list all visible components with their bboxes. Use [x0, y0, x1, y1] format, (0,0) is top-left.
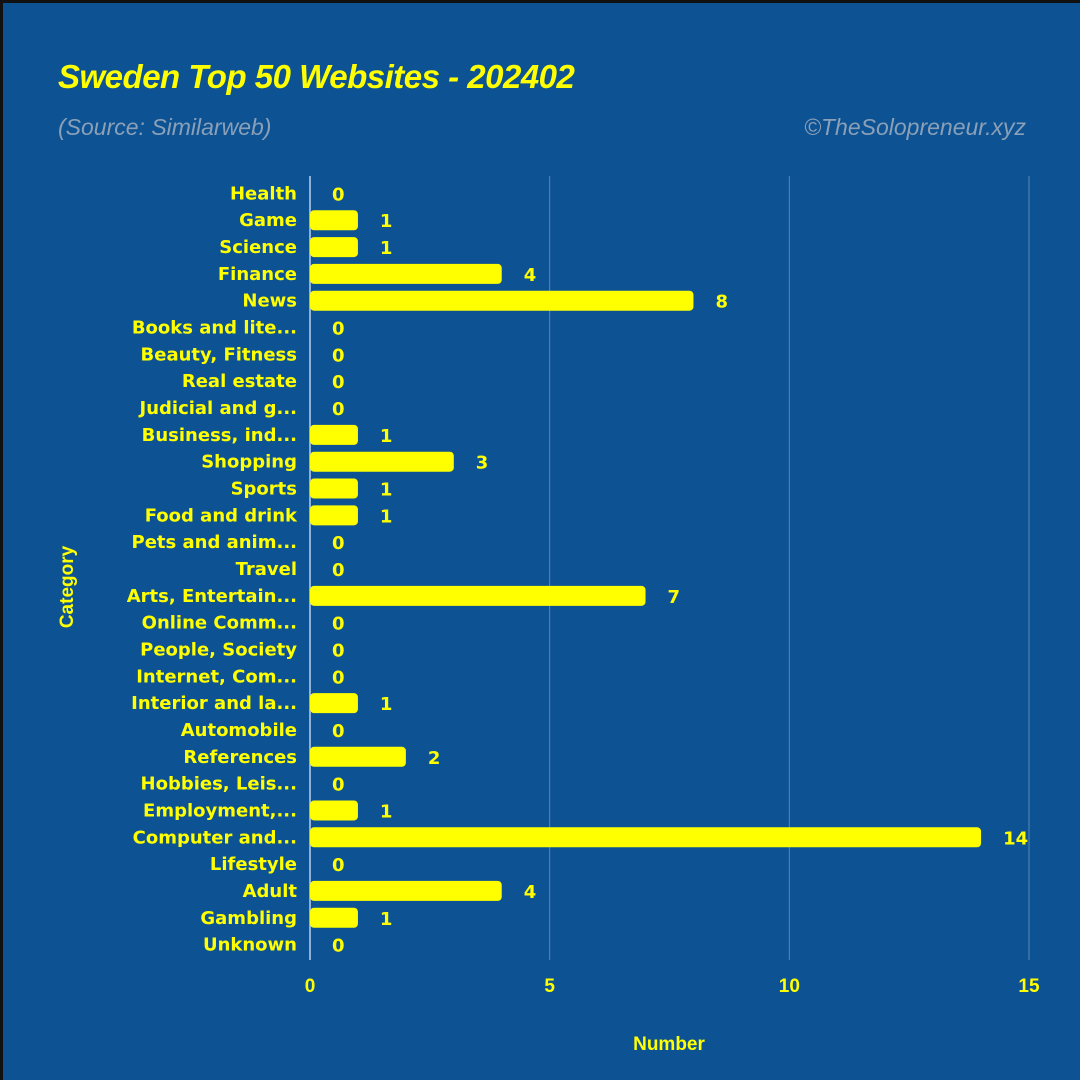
value-label: 0	[332, 560, 345, 581]
category-label: Computer and...	[133, 827, 297, 848]
value-label: 1	[380, 506, 393, 527]
bar	[310, 210, 358, 231]
category-label: Internet, Com...	[136, 666, 297, 687]
bar	[310, 424, 358, 445]
category-label: Sports	[231, 479, 297, 500]
value-label: 0	[332, 319, 345, 340]
x-axis-label: Number	[633, 1034, 705, 1055]
value-label: 0	[332, 721, 345, 742]
value-label: 0	[332, 640, 345, 661]
bar	[310, 746, 406, 767]
bar	[310, 451, 454, 472]
x-tick-label: 15	[1018, 976, 1040, 997]
category-label: Unknown	[203, 935, 297, 956]
category-label: News	[242, 291, 297, 312]
bar	[310, 827, 982, 848]
value-label: 1	[380, 211, 393, 232]
value-label: 0	[332, 345, 345, 366]
value-label: 0	[332, 372, 345, 393]
category-label: Adult	[243, 881, 298, 902]
category-label: Pets and anim...	[132, 532, 298, 553]
category-label: Judicial and g...	[138, 398, 298, 419]
value-label: 0	[332, 184, 345, 205]
bar	[310, 585, 646, 606]
bar	[310, 907, 358, 928]
bar	[310, 880, 502, 901]
value-label: 0	[332, 775, 345, 796]
category-label: Arts, Entertain...	[127, 586, 297, 607]
value-label: 1	[380, 426, 393, 447]
value-label: 0	[332, 855, 345, 876]
bar	[310, 505, 358, 526]
category-label: Lifestyle	[210, 854, 297, 875]
category-label: Beauty, Fitness	[141, 344, 297, 365]
category-label: Employment,...	[143, 800, 297, 821]
category-label: Gambling	[200, 908, 297, 929]
value-label: 7	[668, 587, 681, 608]
value-label: 1	[380, 801, 393, 822]
category-label: Finance	[218, 264, 297, 285]
value-label: 8	[715, 292, 728, 313]
bars	[310, 210, 982, 928]
value-label: 0	[332, 533, 345, 554]
value-label: 4	[524, 265, 537, 286]
value-label: 1	[380, 238, 393, 259]
category-label: Science	[219, 237, 297, 258]
bar	[310, 290, 694, 311]
category-label: Shopping	[201, 452, 297, 473]
value-label: 4	[524, 882, 537, 903]
value-label: 1	[380, 909, 393, 930]
x-tick-labels: 0 5 10 15	[305, 976, 1040, 997]
x-tick-label: 5	[544, 976, 555, 997]
category-label: Business, ind...	[142, 425, 297, 446]
x-tick-label: 10	[779, 976, 800, 997]
value-label: 0	[332, 614, 345, 635]
bar-chart: Health Game Science Finance News Books and li…	[57, 176, 1040, 1055]
value-label: 1	[380, 694, 393, 715]
category-labels: Health Game Science Finance News Books and li…	[127, 183, 298, 955]
category-label: Books and lite...	[132, 318, 297, 339]
bar	[310, 263, 502, 284]
x-tick-label: 0	[305, 976, 316, 997]
category-label: Hobbies, Leis...	[141, 774, 297, 795]
category-label: Automobile	[181, 720, 297, 741]
category-label: People, Society	[140, 639, 297, 660]
bar	[310, 237, 358, 258]
category-label: Travel	[236, 559, 297, 580]
value-label: 1	[380, 480, 393, 501]
category-label: Real estate	[182, 371, 297, 392]
value-label: 14	[1003, 828, 1028, 849]
category-label: Game	[239, 210, 297, 231]
bar	[310, 478, 358, 499]
value-label: 0	[332, 936, 345, 957]
category-label: Online Comm...	[142, 613, 297, 634]
bar	[310, 800, 358, 821]
category-label: Health	[230, 183, 297, 204]
y-axis-label: Category	[57, 545, 78, 628]
category-label: Interior and la...	[131, 693, 297, 714]
category-label: Food and drink	[145, 505, 298, 526]
value-label: 2	[428, 748, 441, 769]
category-label: References	[183, 747, 297, 768]
value-label: 0	[332, 399, 345, 420]
value-label: 0	[332, 667, 345, 688]
value-label: 3	[476, 453, 489, 474]
bar	[310, 693, 358, 714]
